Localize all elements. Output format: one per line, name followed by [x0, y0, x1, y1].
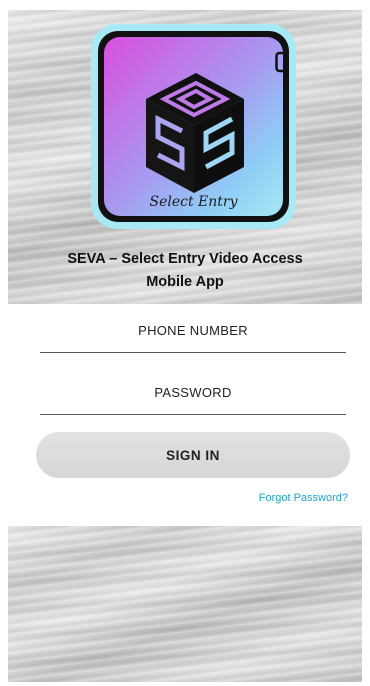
login-form: SIGN IN Forgot Password? [8, 304, 362, 526]
app-screen: Select Entry SEVA – Select Entry Video A… [8, 10, 362, 682]
brushed-metal-footer-background [8, 526, 362, 682]
logo-frame: Select Entry [98, 31, 289, 222]
logo-caption: Select Entry [149, 194, 238, 210]
app-logo: Select Entry [91, 24, 296, 229]
sign-in-button[interactable]: SIGN IN [36, 432, 350, 478]
app-title: SEVA – Select Entry Video Access Mobile … [8, 248, 362, 294]
app-title-line-1: SEVA – Select Entry Video Access [67, 251, 303, 267]
phone-number-input[interactable] [40, 308, 346, 352]
brushed-metal-header-background: Select Entry SEVA – Select Entry Video A… [8, 10, 362, 304]
password-field [40, 370, 346, 415]
password-input[interactable] [40, 370, 346, 414]
logo-face: Select Entry [104, 37, 283, 216]
phone-number-field [40, 308, 346, 353]
ses-cube-logo-mark [146, 73, 244, 193]
app-title-line-2: Mobile App [146, 274, 224, 290]
forgot-password-link[interactable]: Forgot Password? [259, 492, 348, 504]
